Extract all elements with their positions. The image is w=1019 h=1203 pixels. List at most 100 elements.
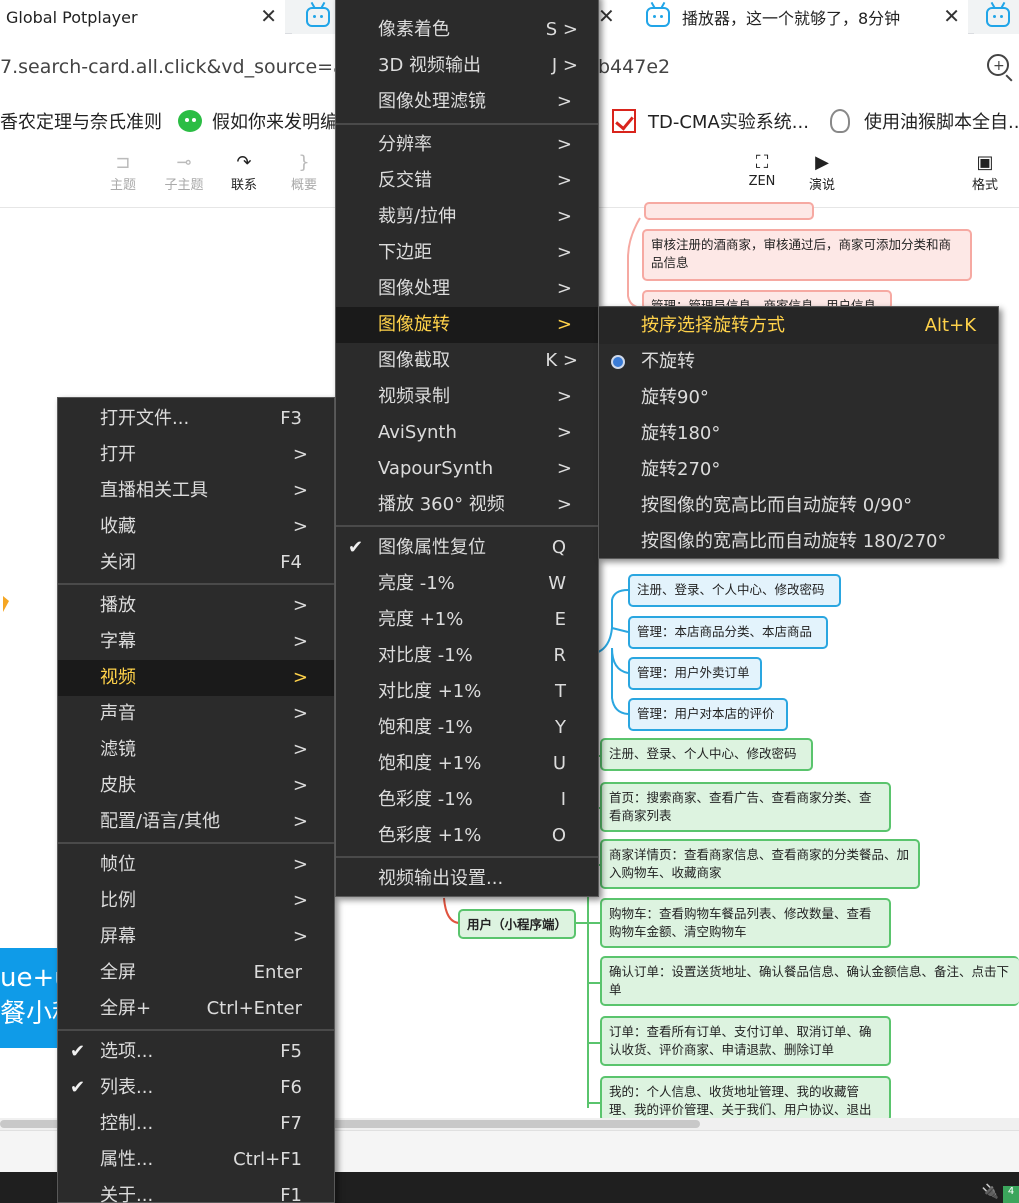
bookmark-label: 香农定理与奈氏准则 [0, 112, 162, 133]
tab-close-icon[interactable]: ✕ [260, 4, 277, 28]
toolbar-label: 联系 [230, 178, 257, 193]
user-miniprogram-node[interactable]: 用户（小程序端） [458, 909, 576, 939]
bookmark-label: 使用油猴脚本全自... [864, 112, 1019, 133]
bilibili-icon [986, 1, 1010, 27]
menu-item-bottom-margin[interactable]: 下边距 > [336, 235, 598, 271]
menu-item-image-rotate[interactable]: 图像旋转 > [336, 307, 598, 343]
blue-banner: ue+u 餐小程 [0, 948, 60, 1048]
tab-close-icon[interactable]: ✕ [598, 4, 615, 28]
menu-item-hue-down[interactable]: 色彩度 -1% I [336, 782, 598, 818]
mindmap-node[interactable]: 注册、登录、个人中心、修改密码 [628, 574, 841, 607]
menu-item-config[interactable]: 配置/语言/其他 > [58, 804, 334, 840]
menu-item-open-file[interactable]: 打开文件... F3 [58, 401, 334, 437]
menu-item-filters[interactable]: 滤镜 > [58, 732, 334, 768]
menu-item-saturation-up[interactable]: 饱和度 +1% U [336, 746, 598, 782]
bookmark-item[interactable]: 使用油猴脚本全自... [830, 108, 1019, 134]
link-button[interactable]: ↷ 联系 [219, 152, 269, 193]
summary-icon: } [298, 152, 310, 173]
menu-item-fullscreen[interactable]: 全屏 Enter [58, 955, 334, 991]
mindmap-node[interactable]: 我的：个人信息、收货地址管理、我的收藏管理、我的评价管理、关于我们、用户协议、退… [600, 1076, 891, 1122]
tab-bilibili-3[interactable] [974, 0, 1019, 34]
mindmap-node[interactable]: 注册、登录、个人中心、修改密码 [600, 738, 813, 771]
present-button[interactable]: ▶ 演说 [797, 152, 847, 193]
bookmark-item[interactable]: 假如你来发明编 [178, 108, 338, 134]
menu-item-fullscreen-plus[interactable]: 全屏+ Ctrl+Enter [58, 991, 334, 1027]
potplayer-context-menu: 打开文件... F3 打开 > 直播相关工具 > 收藏 > 关闭 F4 播放 > 字幕 > 视… [57, 397, 335, 1203]
menu-item-rotate-90[interactable]: 旋转90° [599, 380, 998, 416]
menu-item-contrast-down[interactable]: 对比度 -1% R [336, 638, 598, 674]
menu-item-crop-stretch[interactable]: 裁剪/拉伸 > [336, 199, 598, 235]
menu-item-pixel-shader[interactable]: 像素着色 S > [336, 12, 598, 48]
menu-item-image-filters[interactable]: 图像处理滤镜 > [336, 84, 598, 120]
format-button[interactable]: ▣ 格式 [960, 152, 1010, 193]
tray-badge[interactable]: 4 [1003, 1186, 1019, 1203]
menu-item-avisynth[interactable]: AviSynth > [336, 415, 598, 451]
menu-item-frame[interactable]: 帧位 > [58, 847, 334, 883]
menu-item-3d-output[interactable]: 3D 视频输出 J > [336, 48, 598, 84]
mindmap-node[interactable]: 管理：用户对本店的评价 [628, 698, 788, 731]
mindmap-node[interactable]: 确认订单：设置送货地址、确认餐品信息、确认金额信息、备注、点击下单 [600, 956, 1019, 1006]
menu-item-video-output-settings[interactable]: 视频输出设置... [336, 861, 598, 897]
menu-item-playlist[interactable]: ✔ 列表... F6 [58, 1070, 334, 1106]
subtopic-button[interactable]: ⊸ 子主题 [159, 152, 209, 193]
menu-item-favorites[interactable]: 收藏 > [58, 509, 334, 545]
menu-item-vapoursynth[interactable]: VapourSynth > [336, 451, 598, 487]
menu-item-close[interactable]: 关闭 F4 [58, 545, 334, 581]
menu-item-rotate-270[interactable]: 旋转270° [599, 452, 998, 488]
menu-item-resolution[interactable]: 分辨率 > [336, 127, 598, 163]
menu-item-audio[interactable]: 声音 > [58, 696, 334, 732]
menu-item-screen[interactable]: 屏幕 > [58, 919, 334, 955]
banner-line: ue+u [0, 963, 60, 993]
menu-item-reset-properties[interactable]: ✔ 图像属性复位 Q [336, 530, 598, 566]
menu-item-about[interactable]: 关于... F1 [58, 1178, 334, 1203]
menu-item-properties[interactable]: 属性... Ctrl+F1 [58, 1142, 334, 1178]
mindmap-node[interactable]: 管理：本店商品分类、本店商品 [628, 616, 828, 649]
menu-item-skins[interactable]: 皮肤 > [58, 768, 334, 804]
tab-close-icon[interactable]: ✕ [943, 4, 960, 28]
topic-button[interactable]: ⊐ 主题 [98, 152, 148, 193]
wechat-icon [178, 110, 202, 132]
mindmap-node[interactable]: 购物车：查看购物车餐品列表、修改数量、查看购物车金额、清空购物车 [600, 898, 891, 948]
mindmap-node[interactable]: 管理：用户外卖订单 [628, 657, 762, 690]
menu-item-360-video[interactable]: 播放 360° 视频 > [336, 487, 598, 523]
menu-item-auto-rotate-0-90[interactable]: 按图像的宽高比而自动旋转 0/90° [599, 488, 998, 524]
menu-item-no-rotation[interactable]: 不旋转 [599, 344, 998, 380]
summary-button[interactable]: } 概要 [279, 152, 329, 193]
mindmap-node[interactable]: 审核注册的酒商家，审核通过后，商家可添加分类和商品信息 [642, 229, 972, 281]
menu-item-live-tools[interactable]: 直播相关工具 > [58, 473, 334, 509]
menu-item-cycle-rotation[interactable]: 按序选择旋转方式 Alt+K [599, 308, 998, 344]
tab-title: Global Potplayer [6, 7, 138, 27]
bookmark-item[interactable]: 香农定理与奈氏准则 [0, 108, 162, 134]
menu-item-video[interactable]: 视频 > [58, 660, 334, 696]
toolbar-label: ZEN [748, 174, 776, 189]
tab-bilibili-2[interactable]: ✕ 播放器，这一个就够了，8分钟 ✕ [598, 0, 968, 34]
menu-item-aspect[interactable]: 比例 > [58, 883, 334, 919]
menu-item-image-processing[interactable]: 图像处理 > [336, 271, 598, 307]
menu-item-control[interactable]: 控制... F7 [58, 1106, 334, 1142]
bookmark-item[interactable]: TD-CMA实验系统... [612, 108, 809, 134]
bilibili-icon [306, 1, 330, 27]
menu-item-deinterlace[interactable]: 反交错 > [336, 163, 598, 199]
mindmap-node[interactable] [644, 202, 814, 220]
menu-item-subtitles[interactable]: 字幕 > [58, 624, 334, 660]
tab-potplayer[interactable]: Global Potplayer ✕ [0, 0, 285, 34]
menu-item-auto-rotate-180-270[interactable]: 按图像的宽高比而自动旋转 180/270° [599, 524, 998, 560]
menu-item-video-record[interactable]: 视频录制 > [336, 379, 598, 415]
tab-bilibili-1[interactable] [292, 0, 338, 34]
menu-item-saturation-down[interactable]: 饱和度 -1% Y [336, 710, 598, 746]
menu-separator [58, 842, 334, 844]
zoom-icon[interactable]: + [987, 54, 1009, 76]
menu-item-options[interactable]: ✔ 选项... F5 [58, 1034, 334, 1070]
menu-item-image-capture[interactable]: 图像截取 K > [336, 343, 598, 379]
menu-item-open[interactable]: 打开 > [58, 437, 334, 473]
menu-item-contrast-up[interactable]: 对比度 +1% T [336, 674, 598, 710]
menu-item-brightness-down[interactable]: 亮度 -1% W [336, 566, 598, 602]
menu-item-rotate-180[interactable]: 旋转180° [599, 416, 998, 452]
menu-item-playback[interactable]: 播放 > [58, 588, 334, 624]
menu-item-brightness-up[interactable]: 亮度 +1% E [336, 602, 598, 638]
mindmap-node[interactable]: 订单：查看所有订单、支付订单、取消订单、确认收货、评价商家、申请退款、删除订单 [600, 1016, 891, 1066]
mindmap-node[interactable]: 商家详情页：查看商家信息、查看商家的分类餐品、加入购物车、收藏商家 [600, 839, 920, 889]
mindmap-node[interactable]: 首页：搜索商家、查看广告、查看商家分类、查看商家列表 [600, 782, 891, 832]
menu-item-hue-up[interactable]: 色彩度 +1% O [336, 818, 598, 854]
zen-button[interactable]: ⛶ ZEN [737, 152, 787, 189]
